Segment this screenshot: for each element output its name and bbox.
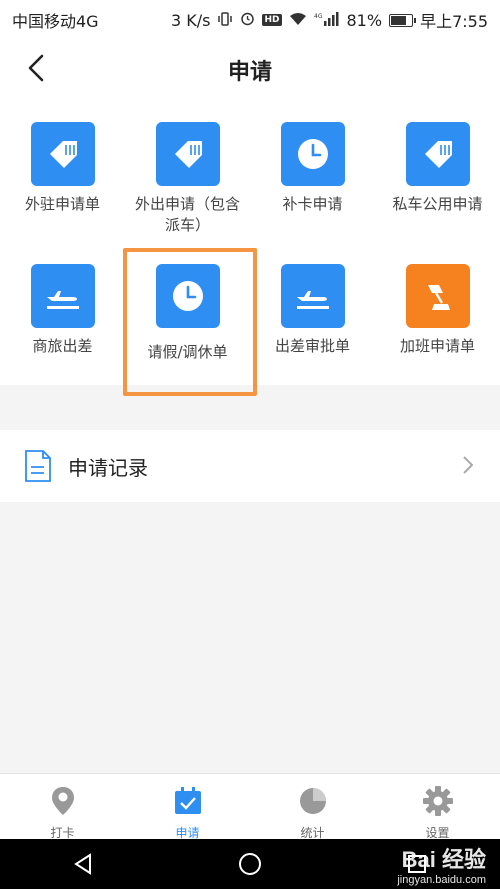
system-home-button[interactable] bbox=[220, 844, 280, 884]
vibrate-icon bbox=[217, 11, 233, 30]
battery-percent: 81% bbox=[346, 10, 383, 30]
app-label: 补卡申请 bbox=[282, 195, 343, 213]
lamp-icon bbox=[405, 264, 470, 328]
document-icon bbox=[25, 450, 51, 482]
tab-punch[interactable]: 打卡 bbox=[0, 774, 125, 840]
chevron-right-icon bbox=[463, 456, 474, 474]
clock-icon bbox=[280, 122, 345, 186]
svg-text:4G: 4G bbox=[314, 13, 323, 20]
app-label: 外驻申请单 bbox=[24, 195, 100, 213]
pie-chart-icon bbox=[250, 784, 375, 818]
app-card-supplement[interactable]: 补卡申请 bbox=[250, 122, 375, 215]
circle-home-icon bbox=[238, 853, 261, 875]
app-outstation-request[interactable]: 外驻申请单 bbox=[0, 122, 125, 215]
tab-apply[interactable]: 申请 bbox=[125, 774, 250, 840]
plane-icon bbox=[30, 264, 95, 328]
app-trip-approval[interactable]: 出差审批单 bbox=[250, 264, 375, 357]
wifi-icon bbox=[289, 11, 307, 30]
application-records-row[interactable]: 申请记录 bbox=[0, 430, 500, 502]
watermark: Bai 经验 jingyan.baidu.com bbox=[397, 842, 486, 886]
app-overtime-request[interactable]: 加班申请单 bbox=[375, 264, 500, 357]
tab-stats[interactable]: 统计 bbox=[250, 774, 375, 840]
status-bar: 中国移动4G 3 K/s HD 4G 81% 早上7:55 bbox=[0, 0, 500, 36]
carrier-label: 中国移动4G bbox=[12, 12, 99, 31]
plane-icon bbox=[280, 264, 345, 328]
triangle-back-icon bbox=[74, 853, 92, 875]
tab-settings[interactable]: 设置 bbox=[375, 774, 500, 840]
app-private-car[interactable]: 私车公用申请 bbox=[375, 122, 500, 215]
highlight-box bbox=[123, 248, 257, 396]
watermark-logo: Bai 经验 bbox=[401, 847, 486, 872]
network-speed: 3 K/s bbox=[171, 10, 211, 30]
app-outing-request[interactable]: 外出申请（包含派车） bbox=[125, 122, 250, 236]
clock-time: 早上7:55 bbox=[420, 12, 488, 31]
app-label: 商旅出差 bbox=[32, 337, 93, 355]
app-label: 加班申请单 bbox=[399, 337, 475, 355]
header: 申请 bbox=[0, 36, 500, 100]
app-label: 外出申请（包含派车） bbox=[134, 195, 240, 234]
battery-icon bbox=[389, 13, 417, 27]
gear-icon bbox=[375, 784, 500, 818]
app-business-travel[interactable]: 商旅出差 bbox=[0, 264, 125, 357]
calendar-check-icon bbox=[125, 784, 250, 818]
watermark-url: jingyan.baidu.com bbox=[397, 874, 486, 886]
tab-bar: 打卡 申请 统计 设置 bbox=[0, 773, 500, 840]
hd-badge: HD bbox=[262, 14, 282, 26]
page-title: 申请 bbox=[227, 60, 272, 85]
signal-icon: 4G bbox=[314, 11, 340, 30]
tag-icon bbox=[155, 122, 220, 186]
alarm-icon bbox=[240, 11, 255, 30]
location-pin-icon bbox=[0, 784, 125, 818]
tag-icon bbox=[405, 122, 470, 186]
records-label: 申请记录 bbox=[68, 455, 148, 480]
system-back-button[interactable] bbox=[53, 844, 113, 884]
app-label: 出差审批单 bbox=[274, 337, 350, 355]
app-label: 私车公用申请 bbox=[392, 195, 483, 213]
tag-icon bbox=[30, 122, 95, 186]
app-grid: 外驻申请单 外出申请（包含派车） 补卡申请 私车公用申请 商旅出差 请假/调休单 bbox=[0, 100, 500, 396]
